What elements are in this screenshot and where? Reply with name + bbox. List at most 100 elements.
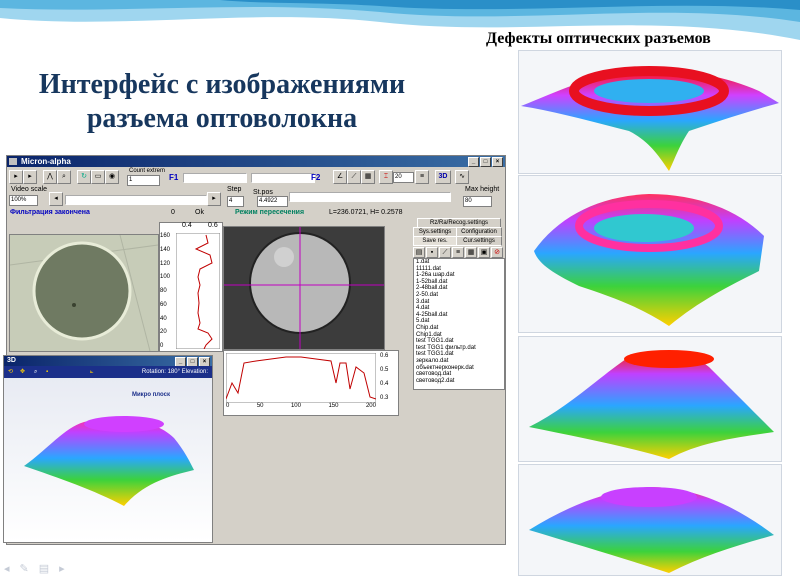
video-scale-slider[interactable] — [65, 195, 207, 205]
fiber-microscope-image — [9, 234, 159, 352]
save-3d-icon[interactable]: ▪ — [46, 366, 48, 378]
hgraph-curve — [226, 353, 376, 403]
hgraph-tick: 0.4 — [380, 381, 389, 387]
minimize-button[interactable]: _ — [468, 157, 479, 167]
horizontal-profile-graph: 0 50 100 150 200 0.6 0.5 0.4 0.3 — [223, 350, 399, 416]
file-item[interactable]: 4-25ball.dat — [416, 312, 504, 319]
file-toolbar: ▤ ▪ ⟋ ≡ ▦ ▣ ⊘ — [413, 247, 503, 258]
hgraph-tick: 200 — [365, 403, 376, 409]
window-titlebar: Micron-alpha _ □ × — [7, 156, 505, 167]
hgraph-tick: 0.6 — [380, 353, 389, 359]
file-item[interactable]: световод.dat — [416, 371, 504, 378]
view-3d-button[interactable]: 3D — [435, 170, 451, 184]
delete-icon[interactable]: ⊘ — [491, 247, 503, 258]
grid-icon[interactable]: ▦ — [361, 170, 375, 184]
file-item[interactable]: Chip1.dat — [416, 332, 504, 339]
file-item[interactable]: 11111.dat — [416, 266, 504, 273]
step-input[interactable]: 4 — [227, 196, 244, 207]
file-item[interactable]: объектнерконерк.dat — [416, 365, 504, 372]
next-slide-icon[interactable]: ▸ — [59, 562, 65, 575]
vgraph-tick: 0 — [160, 343, 164, 349]
defects-caption: Дефекты оптических разъемов — [486, 30, 711, 47]
layers-tool-icon[interactable]: ≡ — [452, 247, 464, 258]
view-3d-canvas: Микро плоск — [4, 378, 212, 542]
file-item[interactable]: зеркало.dat — [416, 358, 504, 365]
pan-icon[interactable]: ✥ — [20, 366, 25, 378]
x-field[interactable]: 20 — [393, 172, 414, 183]
video-scale-select[interactable]: 100% — [9, 195, 38, 206]
zoom-3d-icon[interactable]: ⌕ — [34, 366, 37, 378]
defect-surface-image-1 — [518, 50, 782, 174]
status-zero: 0 — [171, 209, 175, 216]
vgraph-tick: 100 — [160, 274, 171, 281]
cursor-icon[interactable]: ⌶ — [379, 170, 393, 184]
tab-save-res[interactable]: Save res. — [413, 236, 457, 246]
hgraph-x-axis: 0 50 100 150 200 — [226, 403, 376, 409]
zoom-icon[interactable]: ⌕ — [57, 170, 71, 184]
disk-icon[interactable]: ▣ — [478, 247, 490, 258]
measure-icon[interactable]: ⟋ — [347, 170, 361, 184]
layers-icon[interactable]: ≡ — [415, 170, 429, 184]
play-icon[interactable]: ▸ — [9, 170, 23, 184]
file-item[interactable]: 4.dat — [416, 305, 504, 312]
vgraph-tick: 80 — [160, 288, 167, 294]
pen-icon[interactable]: ✎ — [20, 562, 29, 575]
file-item[interactable]: 3.dat — [416, 299, 504, 306]
slide-title-line2: разъема оптоволокна — [86, 103, 358, 134]
open-folder-icon[interactable]: ▤ — [413, 247, 425, 258]
f1-slider[interactable] — [183, 173, 247, 183]
count-extrem-label: Count extrem — [129, 168, 166, 174]
scale-left-button[interactable]: ◂ — [49, 192, 63, 206]
grid-tool-icon[interactable]: ▦ — [465, 247, 477, 258]
file-item[interactable]: 2-48ball.dat — [416, 285, 504, 292]
position-slider[interactable] — [289, 192, 451, 202]
surface-label: Микро плоск — [132, 392, 170, 398]
camera-icon[interactable]: ◉ — [105, 170, 119, 184]
file-item[interactable]: test TGG1.dat — [416, 351, 504, 358]
file-item[interactable]: 1-26а шар.dat — [416, 272, 504, 279]
hgraph-tick: 150 — [328, 403, 339, 409]
file-item[interactable]: 1.dat — [416, 259, 504, 266]
f2-button[interactable]: F2 — [311, 173, 320, 182]
status-ok: Ok — [195, 209, 204, 216]
measure-tool-icon[interactable]: ⟋ — [439, 247, 451, 258]
vgraph-tick-top-1: 0.4 — [182, 222, 192, 229]
vgraph-y-axis: 160 140 120 100 80 60 40 20 0 — [160, 233, 174, 349]
edit-icon[interactable]: ∠ — [333, 170, 347, 184]
view-3d-window: 3D _ □ × ⟲ ✥ ⌕ ▪ ⟀ Rotation: 180° Elevat… — [3, 355, 213, 543]
tab-cur-settings[interactable]: Cur.settings — [456, 236, 502, 246]
file-item[interactable]: световод2.dat — [416, 378, 504, 385]
stpos-label: St.pos — [253, 189, 273, 196]
vgraph-tick: 20 — [160, 329, 167, 336]
refresh-icon[interactable]: ↻ — [77, 170, 91, 184]
file-item[interactable]: 5.dat — [416, 318, 504, 325]
rotate-icon[interactable]: ⟲ — [8, 366, 13, 378]
slide-title-line1: Интерфейс с изображениями — [38, 69, 406, 100]
axis-icon[interactable]: ⟀ — [90, 366, 94, 378]
stpos-input[interactable]: 4.4922 — [257, 196, 288, 207]
menu-icon[interactable]: ▤ — [39, 562, 49, 575]
max-height-input[interactable]: 80 — [463, 196, 492, 207]
fiber-live-image — [223, 226, 385, 350]
f2-slider-a[interactable] — [251, 173, 315, 183]
scale-right-button[interactable]: ▸ — [207, 192, 221, 206]
file-item[interactable]: test TGG1.dat — [416, 338, 504, 345]
saved-files-list: 1.dat 11111.dat 1-26а шар.dat 1-52ball.d… — [413, 258, 505, 390]
app-icon — [9, 158, 17, 165]
close-button[interactable]: × — [492, 157, 503, 167]
file-item[interactable]: test TGG1 фильтр.dat — [416, 345, 504, 352]
step-icon[interactable]: ▸ — [23, 170, 37, 184]
file-item[interactable]: Chip.dat — [416, 325, 504, 332]
count-extrem-input[interactable]: 1 — [127, 175, 160, 186]
maximize-button[interactable]: □ — [480, 157, 491, 167]
file-item[interactable]: 2-50.dat — [416, 292, 504, 299]
filter-icon[interactable]: ⋀ — [43, 170, 57, 184]
vgraph-tick: 60 — [160, 301, 167, 308]
f1-button[interactable]: F1 — [169, 173, 178, 182]
save-icon[interactable]: ▪ — [426, 247, 438, 258]
main-toolbar: ▸ ▸ ⋀ ⌕ ↻ ▭ ◉ Count extrem 1 F1 F2 ∠ ⟋ ▦… — [9, 168, 503, 186]
file-item[interactable]: 1-52ball.dat — [416, 279, 504, 286]
wave-icon[interactable]: ∿ — [455, 170, 469, 184]
window-icon[interactable]: ▭ — [91, 170, 105, 184]
prev-slide-icon[interactable]: ◂ — [4, 562, 10, 575]
